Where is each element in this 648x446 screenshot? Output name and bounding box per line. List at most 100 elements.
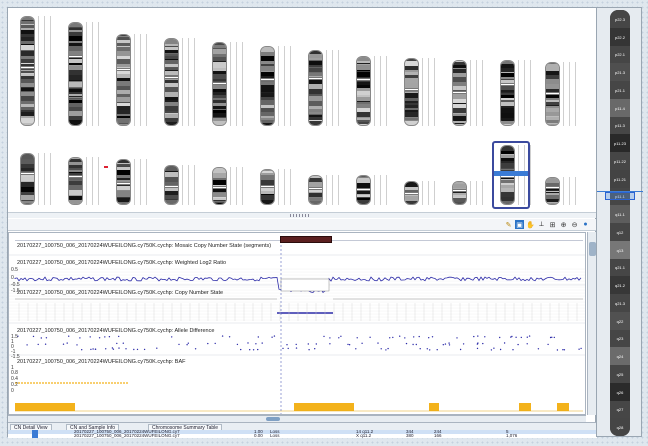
measure-icon[interactable]: ⟂ (537, 220, 546, 229)
chromosome-8[interactable] (354, 56, 394, 126)
chromosome-6[interactable] (258, 46, 298, 126)
chromosome-18[interactable] (258, 169, 298, 205)
chromosome-body[interactable] (452, 181, 467, 205)
ideogram-band[interactable]: q28 (610, 418, 630, 436)
chromosome-11[interactable] (498, 60, 538, 126)
chromosome-12[interactable] (543, 62, 583, 126)
chromosome-20[interactable] (354, 175, 394, 205)
track-horizontal-scrollbar[interactable] (8, 415, 586, 422)
ruler-icon[interactable]: ⊞ (548, 220, 557, 229)
ideogram-band[interactable]: p21.1 (610, 81, 630, 99)
centromere (261, 78, 274, 81)
chromosome-16[interactable] (162, 165, 202, 205)
selected-region-marker[interactable] (280, 236, 332, 243)
ideogram-band[interactable]: p22.2 (610, 27, 630, 46)
allele-diff-point (81, 349, 83, 351)
chromosome-body[interactable] (308, 175, 323, 205)
chromosome-3[interactable] (114, 34, 154, 126)
chromosome-body[interactable] (500, 60, 515, 126)
chromosome-body[interactable] (404, 181, 419, 205)
chromosome-body[interactable] (545, 177, 560, 205)
ideogram-band[interactable]: q27 (610, 400, 630, 419)
chromosome-2[interactable] (66, 22, 106, 126)
ideogram-band[interactable]: q21.3 (610, 294, 630, 312)
allele-diff-point (526, 336, 528, 338)
ideogram-band[interactable]: p22.1 (610, 45, 630, 64)
ideogram-band[interactable]: q24 (610, 347, 630, 365)
chromosome-body[interactable] (356, 175, 371, 205)
chromosome-Y[interactable] (543, 177, 583, 205)
ideogram-band[interactable]: q25 (610, 365, 630, 383)
ideogram-band[interactable]: p11.4 (610, 98, 630, 117)
chromosome-15[interactable] (114, 159, 154, 205)
chromosome-body[interactable] (545, 62, 560, 126)
allele-diff-point (68, 335, 70, 337)
chromosome-17[interactable] (210, 167, 250, 205)
zoom-out-icon[interactable]: ⊖ (570, 220, 579, 229)
chromosome-body[interactable] (308, 50, 323, 126)
chromosome-body[interactable] (212, 42, 227, 126)
chromosome-band (357, 204, 370, 205)
karyogram-view[interactable] (8, 8, 597, 213)
ideogram-band[interactable]: q26 (610, 382, 630, 401)
scroll-thumb[interactable] (266, 417, 280, 421)
chromosome-4[interactable] (162, 38, 202, 126)
chromosome-body[interactable] (20, 153, 35, 205)
chromosome-body[interactable] (356, 56, 371, 126)
chromosome-body[interactable] (68, 157, 83, 205)
select-tool-icon[interactable]: ▣ (515, 220, 524, 229)
pencil-icon[interactable]: ✎ (504, 220, 513, 229)
ideogram-band[interactable]: q22 (610, 311, 630, 330)
chromosome-1[interactable] (18, 16, 58, 126)
cnv-marker[interactable] (104, 166, 108, 168)
chromosome-22[interactable] (450, 181, 490, 205)
chromosome-ideogram-panel[interactable]: p22.3 p22.2 p22.1 p21.3 p21.1 p11.4 p11.3 p11.2… (596, 7, 643, 437)
chromosome-5[interactable] (210, 42, 250, 126)
ideogram-selection[interactable] (605, 192, 635, 200)
chromosome-9[interactable] (402, 58, 442, 126)
scroll-grip[interactable] (290, 214, 310, 217)
chromosome-14[interactable] (66, 157, 106, 205)
chromosome-13[interactable] (18, 153, 58, 205)
chromosome-body[interactable] (212, 167, 227, 205)
hand-tool-icon[interactable]: ✋ (526, 220, 535, 229)
chromosome-body[interactable] (452, 60, 467, 126)
chromosome-19[interactable] (306, 175, 346, 205)
ideogram-band[interactable]: q23 (610, 329, 630, 348)
ideogram-band[interactable]: p11.22 (610, 152, 630, 170)
chromosome-body[interactable] (260, 46, 275, 126)
ideogram-band[interactable]: q21.2 (610, 276, 630, 294)
track-panel[interactable]: 20170227_100750_006_20170224WUFEILONG.cy… (8, 232, 586, 415)
chromosome-body[interactable] (260, 169, 275, 205)
allele-diff-point (547, 343, 549, 346)
chromosome-7[interactable] (306, 50, 346, 126)
ideogram-band[interactable]: q21.1 (610, 258, 630, 277)
allele-diff-point (89, 336, 91, 338)
chromosome-body[interactable] (164, 38, 179, 126)
ideogram-band[interactable]: q11.1 (610, 205, 630, 223)
ideogram-band[interactable]: p22.3 (610, 10, 630, 28)
chromosome-body[interactable] (68, 22, 83, 126)
chromosome-body[interactable] (404, 58, 419, 126)
ideogram-band[interactable]: p11.21 (610, 169, 630, 188)
zoom-in-icon[interactable]: ⊕ (559, 220, 568, 229)
scroll-thumb[interactable] (589, 242, 596, 256)
ideogram-band[interactable]: q13 (610, 240, 630, 259)
table-row[interactable]: 20170227_100750_006_20170224WUFEILONG.cy… (8, 433, 597, 438)
chromosome-21[interactable] (402, 181, 442, 205)
karyogram-scrollbar[interactable] (8, 212, 597, 218)
ideogram-band-label: q24 (616, 354, 624, 360)
chromosome-body[interactable] (20, 16, 35, 126)
chromosome-body[interactable] (116, 159, 131, 205)
ideogram-band[interactable]: p11.3 (610, 116, 630, 135)
allele-diff-point (307, 343, 309, 345)
chromosome-body[interactable] (164, 165, 179, 205)
ideogram-band[interactable]: q12 (610, 223, 630, 241)
chromosome-10[interactable] (450, 60, 490, 126)
track-lane (524, 60, 525, 126)
chromosome-body[interactable] (116, 34, 131, 126)
chromosome-x-ideogram[interactable]: p22.3 p22.2 p22.1 p21.3 p21.1 p11.4 p11.3 p11.2… (610, 10, 630, 436)
fit-view-icon[interactable]: ● (581, 220, 590, 229)
ideogram-band[interactable]: p21.3 (610, 63, 630, 81)
ideogram-band[interactable]: p11.23 (610, 134, 630, 152)
